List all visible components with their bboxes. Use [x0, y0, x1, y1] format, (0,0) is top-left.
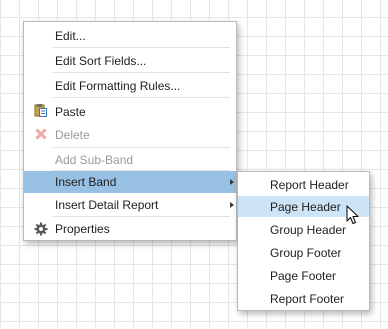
menu-item-label: Delete: [55, 128, 90, 142]
submenu-item-label: Page Header: [270, 200, 341, 214]
menu-item-label: Edit Sort Fields...: [55, 54, 147, 68]
submenu-item-label: Report Footer: [270, 292, 345, 306]
menu-item-edit-formatting-rules[interactable]: Edit Formatting Rules...: [24, 75, 236, 95]
menu-item-label: Properties: [55, 222, 110, 236]
mouse-cursor-icon: [346, 205, 359, 224]
submenu-item-group-footer[interactable]: Group Footer: [238, 242, 369, 264]
menu-item-edit[interactable]: Edit...: [24, 25, 236, 45]
insert-band-submenu: Report Header Page Header Group Header G…: [237, 171, 370, 311]
menu-item-label: Insert Band: [55, 175, 117, 189]
submenu-item-report-footer[interactable]: Report Footer: [238, 288, 369, 310]
menu-item-label: Edit Formatting Rules...: [55, 79, 181, 93]
menu-item-insert-detail-report[interactable]: Insert Detail Report: [24, 194, 236, 216]
submenu-item-label: Page Footer: [270, 269, 337, 283]
menu-item-insert-band[interactable]: Insert Band: [24, 171, 236, 193]
submenu-arrow-icon: [230, 202, 234, 208]
menu-item-label: Paste: [55, 105, 86, 119]
menu-separator: [53, 147, 230, 148]
menu-item-paste[interactable]: Paste: [24, 100, 236, 122]
menu-item-edit-sort-fields[interactable]: Edit Sort Fields...: [24, 50, 236, 70]
submenu-item-label: Group Header: [270, 223, 347, 237]
menu-item-label: Insert Detail Report: [55, 198, 159, 212]
gear-icon: [34, 222, 48, 236]
menu-separator: [53, 97, 230, 98]
menu-item-properties[interactable]: Properties: [24, 218, 236, 239]
submenu-item-page-footer[interactable]: Page Footer: [238, 265, 369, 287]
submenu-item-report-header[interactable]: Report Header: [238, 173, 369, 195]
submenu-item-label: Report Header: [270, 178, 349, 192]
submenu-arrow-icon: [230, 179, 234, 185]
submenu-item-label: Group Footer: [270, 246, 342, 260]
menu-item-add-sub-band: Add Sub-Band: [24, 149, 236, 170]
menu-item-delete: Delete: [24, 123, 236, 145]
paste-icon: [34, 103, 48, 117]
menu-item-label: Edit...: [55, 29, 86, 43]
menu-separator: [53, 47, 230, 48]
context-menu: Edit... Edit Sort Fields... Edit Formatt…: [23, 21, 237, 241]
delete-icon: [34, 127, 48, 141]
menu-item-label: Add Sub-Band: [55, 153, 134, 167]
menu-separator: [53, 72, 230, 73]
menu-separator: [53, 216, 230, 217]
